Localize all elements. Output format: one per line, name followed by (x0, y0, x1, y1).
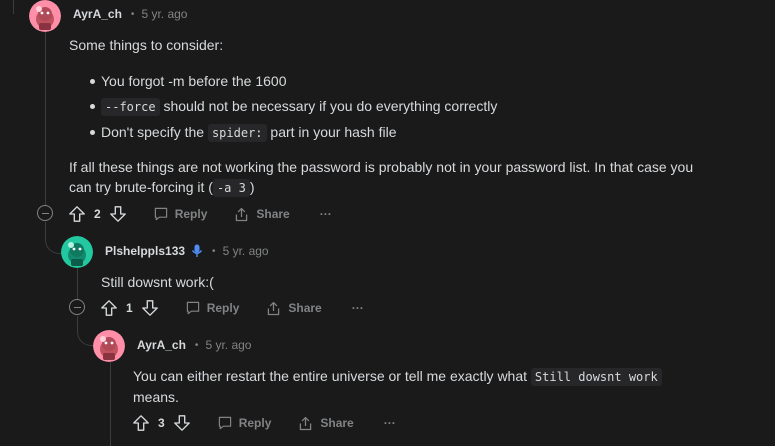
comment-outro: If all these things are not working the … (69, 159, 694, 197)
username[interactable]: AyrA_ch (137, 338, 186, 352)
separator-dot: • (130, 8, 135, 20)
inline-code: Still dowsnt work (530, 368, 662, 386)
more-options-button[interactable]: ··· (320, 207, 332, 221)
username[interactable]: AyrA_ch (73, 7, 122, 21)
comment-intro: Some things to consider: (69, 37, 224, 53)
comment-3-body: You can either restart the entire univer… (133, 366, 693, 407)
inline-code: spider: (207, 124, 267, 142)
comment-1-body: Some things to consider: You forgot -m b… (69, 35, 709, 198)
share-icon (300, 416, 312, 430)
comment-icon (186, 301, 199, 315)
comment-2-meta: Plshelppls133 • 5 yr. ago (105, 244, 269, 258)
microphone-icon (191, 244, 203, 258)
list-item: You forgot -m before the 1600 (69, 71, 709, 91)
comment-icon (218, 416, 231, 430)
thread-line-comment-3 (110, 362, 111, 446)
vote-count: 1 (126, 301, 133, 315)
avatar[interactable] (93, 330, 125, 362)
thread-line-root (13, 0, 14, 14)
comment-2-body: Still dowsnt work:( (101, 274, 214, 290)
inline-code: --force (101, 98, 160, 116)
share-button[interactable]: Share (233, 206, 290, 223)
share-button[interactable]: Share (265, 300, 322, 317)
separator-dot: • (212, 245, 216, 257)
downvote-icon[interactable] (173, 414, 191, 432)
comment-2-actions: 1 Reply Share ··· (100, 296, 364, 320)
upvote-icon[interactable] (68, 205, 86, 223)
comment-1-actions: 2 Reply Share ··· (68, 202, 332, 226)
comment-1-meta: AyrA_ch • 5 yr. ago (73, 7, 187, 21)
reply-button[interactable]: Reply (153, 206, 207, 222)
share-button[interactable]: Share (297, 415, 354, 432)
comment-3-meta: AyrA_ch • 5 yr. ago (137, 338, 251, 352)
upvote-icon[interactable] (100, 299, 118, 317)
vote-count: 2 (94, 207, 101, 221)
reply-button[interactable]: Reply (217, 415, 271, 431)
share-icon (236, 207, 248, 221)
avatar[interactable] (29, 0, 61, 32)
timestamp[interactable]: 5 yr. ago (141, 7, 187, 21)
separator-dot: • (194, 339, 199, 351)
upvote-icon[interactable] (132, 414, 150, 432)
more-options-button[interactable]: ··· (384, 416, 396, 430)
username[interactable]: Plshelppls133 (105, 244, 185, 258)
inline-code: -a 3 (212, 179, 250, 197)
downvote-icon[interactable] (141, 299, 159, 317)
bullet-list: You forgot -m before the 1600 --force sh… (69, 71, 709, 143)
downvote-icon[interactable] (109, 205, 127, 223)
collapse-button[interactable] (69, 299, 85, 315)
vote-count: 3 (158, 416, 165, 430)
list-item: --force should not be necessary if you d… (69, 96, 709, 117)
list-item: Don't specify the spider: part in your h… (69, 122, 709, 143)
thread-line-comment-2 (77, 268, 78, 299)
share-icon (268, 301, 280, 315)
comment-icon (154, 207, 167, 221)
comment-3-actions: 3 Reply Share ··· (132, 411, 396, 435)
avatar[interactable] (61, 236, 93, 268)
reply-button[interactable]: Reply (185, 300, 239, 316)
collapse-button[interactable] (37, 205, 53, 221)
more-options-button[interactable]: ··· (352, 301, 364, 315)
timestamp[interactable]: 5 yr. ago (223, 244, 269, 258)
timestamp[interactable]: 5 yr. ago (205, 338, 251, 352)
thread-line-comment-1 (45, 30, 46, 205)
